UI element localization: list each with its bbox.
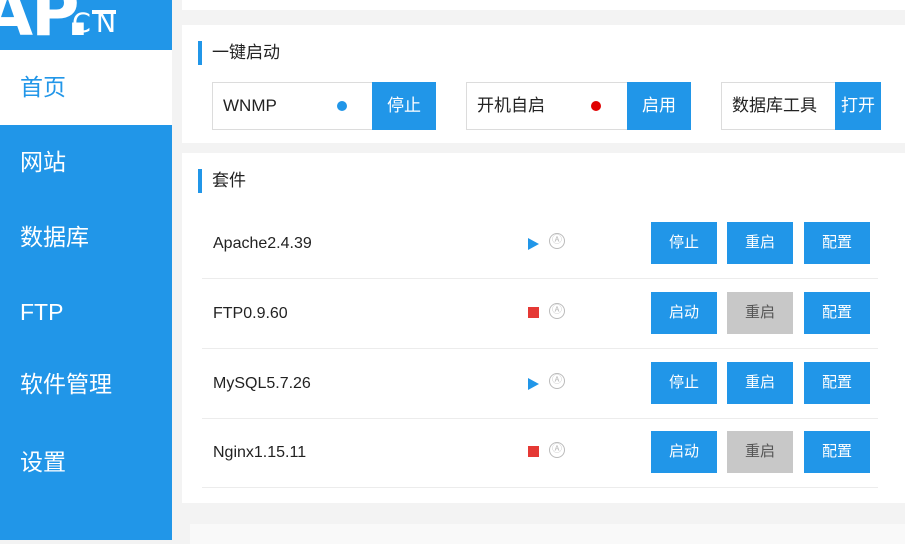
autostart-enable-button[interactable]: 启用 bbox=[627, 82, 691, 130]
quick-item-autostart: 开机自启 启用 bbox=[466, 82, 691, 130]
stop-square-icon bbox=[528, 446, 539, 457]
restart-button[interactable]: 重启 bbox=[727, 222, 793, 264]
start-button[interactable]: 启动 bbox=[651, 431, 717, 473]
config-button[interactable]: 配置 bbox=[804, 222, 870, 264]
restart-button: 重启 bbox=[727, 292, 793, 334]
quick-item-label: 开机自启 bbox=[477, 96, 545, 115]
sidebar-item-database[interactable]: 数据库 bbox=[0, 200, 172, 275]
logo: AP. CN bbox=[0, 0, 172, 50]
quick-item-label: 数据库工具 bbox=[732, 96, 817, 115]
sidebar-item-settings[interactable]: 设置 bbox=[0, 425, 172, 500]
stop-button[interactable]: 停止 bbox=[651, 362, 717, 404]
config-button[interactable]: 配置 bbox=[804, 431, 870, 473]
table-row: FTP0.9.60 Ⓐ 启动 重启 配置 bbox=[202, 279, 878, 349]
status-dot bbox=[337, 101, 347, 111]
service-name: Apache2.4.39 bbox=[213, 235, 312, 252]
sidebar: AP. CN 首页 网站 数据库 FTP 软件管理 设置 bbox=[0, 0, 172, 540]
table-row: Nginx1.15.11 Ⓐ 启动 重启 配置 bbox=[202, 418, 878, 488]
play-icon bbox=[528, 238, 539, 250]
wnmp-stop-button[interactable]: 停止 bbox=[372, 82, 436, 130]
table-row: Apache2.4.39 Ⓐ 停止 重启 配置 bbox=[202, 209, 878, 279]
quick-start-title: 一键启动 bbox=[198, 41, 280, 65]
stop-button[interactable]: 停止 bbox=[651, 222, 717, 264]
quick-start-card: 一键启动 WNMP 停止 开机自启 启用 数据库工具 打开 bbox=[182, 25, 905, 143]
restart-button: 重启 bbox=[727, 431, 793, 473]
start-button[interactable]: 启动 bbox=[651, 292, 717, 334]
quick-item-db-tool: 数据库工具 打开 bbox=[721, 82, 881, 130]
logo-text: CN bbox=[72, 8, 122, 39]
config-button[interactable]: 配置 bbox=[804, 362, 870, 404]
restart-button[interactable]: 重启 bbox=[727, 362, 793, 404]
sidebar-item-website[interactable]: 网站 bbox=[0, 125, 172, 200]
sidebar-item-home[interactable]: 首页 bbox=[0, 50, 172, 125]
auto-start-icon[interactable]: Ⓐ bbox=[549, 373, 565, 389]
service-name: MySQL5.7.26 bbox=[213, 375, 311, 392]
sidebar-item-ftp[interactable]: FTP bbox=[0, 275, 172, 350]
sidebar-item-software[interactable]: 软件管理 bbox=[0, 347, 172, 422]
quick-item-wnmp: WNMP 停止 bbox=[212, 82, 436, 130]
status-dot bbox=[591, 101, 601, 111]
auto-start-icon[interactable]: Ⓐ bbox=[549, 233, 565, 249]
stop-square-icon bbox=[528, 307, 539, 318]
service-name: FTP0.9.60 bbox=[213, 305, 288, 322]
suite-card: 套件 Apache2.4.39 Ⓐ 停止 重启 配置 FTP0.9.60 Ⓐ 启… bbox=[182, 153, 905, 503]
auto-start-icon[interactable]: Ⓐ bbox=[549, 303, 565, 319]
play-icon bbox=[528, 378, 539, 390]
log-card bbox=[190, 524, 905, 544]
quick-item-label: WNMP bbox=[223, 96, 277, 115]
service-name: Nginx1.15.11 bbox=[213, 444, 307, 461]
auto-start-icon[interactable]: Ⓐ bbox=[549, 442, 565, 458]
main-content: 一键启动 WNMP 停止 开机自启 启用 数据库工具 打开 套件 Apache2… bbox=[172, 0, 905, 544]
top-card bbox=[182, 0, 905, 10]
suite-title: 套件 bbox=[198, 169, 246, 193]
db-tool-open-button[interactable]: 打开 bbox=[835, 82, 881, 130]
table-row: MySQL5.7.26 Ⓐ 停止 重启 配置 bbox=[202, 349, 878, 419]
config-button[interactable]: 配置 bbox=[804, 292, 870, 334]
